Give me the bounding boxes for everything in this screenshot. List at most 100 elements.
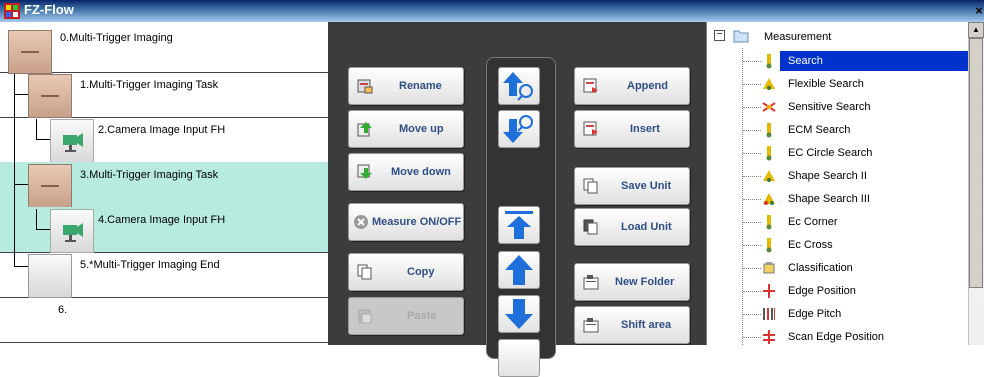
tree-item-edge-pitch[interactable]: Edge Pitch [780,304,968,324]
load-unit-button[interactable]: Load Unit [574,208,690,246]
paste-button[interactable]: Paste [348,297,464,335]
end-unit-icon [28,254,72,298]
tree-connector [743,107,761,108]
flow-connector [36,229,50,230]
flow-connector [14,74,15,266]
tree-connector [743,314,761,315]
move-up-button[interactable]: Move up [348,110,464,148]
processing-unit-icon [28,74,72,118]
app-icon [4,3,20,19]
new-folder-label: New Folder [615,276,675,288]
tree-item-ec-corner[interactable]: Ec Corner [780,212,968,232]
insert-icon [583,121,598,136]
tree-item-label: ECM Search [788,124,851,136]
tree-item-shape-search-2[interactable]: Shape Search II [780,166,968,186]
rename-icon [357,79,373,94]
insert-button[interactable]: Insert [574,110,690,148]
flow-connector [36,139,50,140]
scroll-up-icon[interactable]: ▲ [968,22,984,38]
flow-row-3[interactable]: 3.Multi-Trigger Imaging Task [0,162,328,208]
move-up-icon [357,122,372,137]
flow-row-label: 4.Camera Image Input FH [98,214,226,226]
tree-item-label: Shape Search III [788,193,870,205]
move-down-button[interactable]: Move down [348,153,464,191]
flow-connector [36,119,37,139]
rename-label: Rename [399,80,442,92]
flexible-search-icon [763,78,775,90]
rename-button[interactable]: Rename [348,67,464,105]
flow-row-2[interactable]: 2.Camera Image Input FH [0,117,328,163]
flow-row-4[interactable]: 4.Camera Image Input FH [0,207,328,253]
load-unit-icon [583,219,598,235]
tree-connector [743,291,761,292]
close-icon[interactable]: × [972,4,984,18]
tree-item-edge-position[interactable]: Edge Position [780,281,968,301]
tree-item-scan-edge-position[interactable]: Scan Edge Position [780,327,968,347]
shape-search-3-icon [763,193,775,205]
append-icon [583,78,598,93]
copy-button[interactable]: Copy [348,253,464,291]
collapse-toggle-icon[interactable]: − [714,30,725,41]
save-unit-label: Save Unit [621,180,672,192]
move-up-arrow-button[interactable] [498,251,540,289]
classification-icon [763,262,775,274]
measure-toggle-icon [354,215,368,229]
tree-item-search[interactable]: Search [780,51,968,71]
move-down-arrow-button[interactable] [498,295,540,333]
tree-item-shape-search-3[interactable]: Shape Search III [780,189,968,209]
flow-row-0[interactable]: 0.Multi-Trigger Imaging [0,22,328,74]
flow-connector [14,184,28,185]
flow-row-label: 1.Multi-Trigger Imaging Task [80,79,219,91]
tree-connector [743,84,761,85]
tree-connector [743,337,761,338]
move-to-top-icon [505,211,533,239]
tree-item-label: Sensitive Search [788,101,871,113]
sensitive-search-icon [762,102,776,112]
tree-connector [743,176,761,177]
tree-item-ec-circle-search[interactable]: EC Circle Search [780,143,968,163]
new-folder-button[interactable]: New Folder [574,263,690,301]
append-button[interactable]: Append [574,67,690,105]
insert-label: Insert [630,123,660,135]
measure-on-off-label: Measure ON/OFF [372,216,462,228]
search-up-button[interactable] [498,67,540,105]
tree-connector [743,130,761,131]
load-unit-label: Load Unit [621,221,672,233]
save-unit-button[interactable]: Save Unit [574,167,690,205]
copy-label: Copy [407,266,435,278]
copy-icon [357,264,372,280]
tree-connector [743,245,761,246]
move-to-top-button[interactable] [498,206,540,244]
tree-item-label: EC Circle Search [788,147,873,159]
flow-row-6[interactable]: 6. [0,297,328,343]
tree-item-sensitive-search[interactable]: Sensitive Search [780,97,968,117]
scroll-thumb[interactable] [969,38,983,288]
tree-item-ec-cross[interactable]: Ec Cross [780,235,968,255]
ec-circle-search-icon [766,146,772,161]
tree-item-classification[interactable]: Classification [780,258,968,278]
arrow-down-icon [505,299,533,329]
move-up-label: Move up [399,123,444,135]
flow-row-1[interactable]: 1.Multi-Trigger Imaging Task [0,72,328,118]
camera-icon [50,119,94,163]
edge-position-icon [763,284,775,298]
tree-item-label: Edge Pitch [788,308,842,320]
tree-item-ecm-search[interactable]: ECM Search [780,120,968,140]
flow-row-label: 6. [58,304,68,316]
processing-unit-icon [8,30,52,74]
measure-on-off-button[interactable]: Measure ON/OFF [348,203,464,241]
shift-area-button[interactable]: Shift area [574,306,690,344]
paste-label: Paste [407,310,437,322]
edge-pitch-icon [763,308,775,320]
tree-item-flexible-search[interactable]: Flexible Search [780,74,968,94]
shift-area-label: Shift area [621,319,672,331]
tree-connector [743,61,761,62]
search-down-button[interactable] [498,110,540,148]
scan-edge-position-icon [763,330,775,344]
new-folder-icon [583,275,599,290]
flow-row-label: 3.Multi-Trigger Imaging Task [80,169,219,181]
append-label: Append [627,80,668,92]
flow-row-5[interactable]: 5.*Multi-Trigger Imaging End [0,252,328,298]
save-unit-icon [583,178,598,194]
tree-item-label: Ec Cross [788,239,833,251]
